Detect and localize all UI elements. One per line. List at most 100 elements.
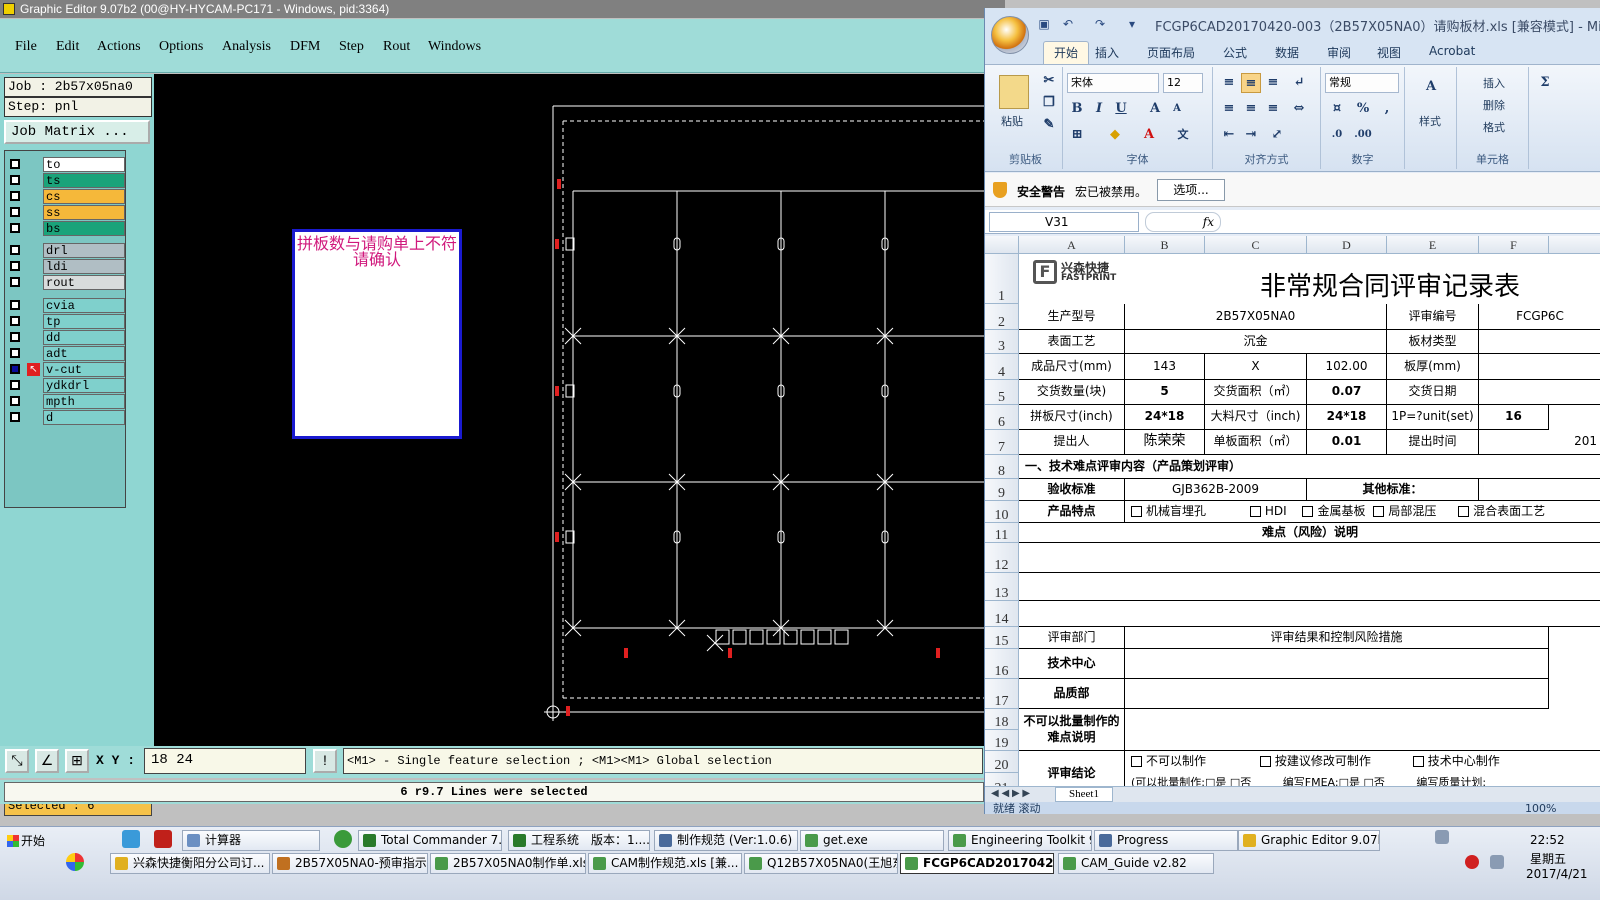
row-header[interactable]: 12 bbox=[985, 543, 1019, 573]
cell-c6[interactable]: 大料尺寸（inch) bbox=[1205, 405, 1307, 430]
pdf-reader-icon[interactable] bbox=[154, 830, 172, 848]
taskbar-button[interactable]: 2B57X05NA0-预审指示... bbox=[272, 853, 428, 874]
checkbox-icon[interactable] bbox=[1131, 756, 1142, 767]
layer-checkbox[interactable] bbox=[10, 315, 20, 326]
col-d[interactable]: D bbox=[1307, 236, 1387, 254]
sheet-nav-icon[interactable]: ◀ ◀ ▶ ▶ bbox=[991, 788, 1030, 799]
font-size-select[interactable]: 12 bbox=[1163, 73, 1203, 93]
taskbar-button[interactable]: 2B57X05NA0制作单.xls ... bbox=[430, 853, 586, 874]
cell-a9[interactable]: 验收标准 bbox=[1019, 479, 1125, 501]
cell-b2[interactable]: 2B57X05NA0 bbox=[1125, 304, 1387, 330]
taskbar-button[interactable]: CAM_Guide v2.82 bbox=[1058, 853, 1214, 874]
taskbar-button[interactable]: 兴森快捷衡阳分公司订... bbox=[110, 853, 270, 874]
layer-checkbox[interactable] bbox=[10, 245, 20, 256]
layer-name[interactable]: bs bbox=[43, 221, 125, 236]
ribbon-tab[interactable]: 数据 bbox=[1275, 44, 1299, 61]
ribbon-tab[interactable]: 视图 bbox=[1377, 44, 1401, 61]
taskbar-button[interactable]: Engineering Toolkit 9.... bbox=[948, 830, 1092, 851]
cell-d7[interactable]: 0.01 bbox=[1307, 430, 1387, 455]
styles-icon[interactable]: A bbox=[1419, 77, 1443, 105]
align-right-icon[interactable]: ≡ bbox=[1263, 99, 1283, 119]
layer-row[interactable]: ydkdrl bbox=[7, 377, 125, 393]
cell-a6[interactable]: 拼板尺寸(inch) bbox=[1019, 405, 1125, 430]
cell-e5[interactable]: 交货日期 bbox=[1387, 380, 1479, 405]
layer-row[interactable]: ↖ v-cut bbox=[7, 361, 125, 377]
layer-name[interactable]: ldi bbox=[43, 259, 125, 275]
worksheet-grid[interactable]: A B C D E F 1 2 3 4 5 6 7 8 9 10 11 12 13 14 15 16 17 18 1… bbox=[985, 236, 1600, 796]
layer-row[interactable]: to bbox=[7, 157, 125, 172]
layer-name[interactable]: d bbox=[43, 409, 125, 425]
checkbox-icon[interactable] bbox=[1302, 506, 1314, 517]
col-f[interactable]: F bbox=[1479, 236, 1549, 254]
xy-input[interactable]: 18 24 bbox=[144, 748, 306, 774]
layer-checkbox[interactable] bbox=[10, 277, 20, 288]
orientation-icon[interactable]: ⤢ bbox=[1267, 125, 1287, 145]
layer-name[interactable]: rout bbox=[43, 275, 125, 291]
cell-a16[interactable]: 技术中心 bbox=[1019, 649, 1125, 679]
col-g[interactable] bbox=[1549, 236, 1600, 254]
paste-icon[interactable] bbox=[999, 75, 1029, 109]
cell-f4[interactable] bbox=[1479, 354, 1600, 380]
layer-row[interactable]: rout bbox=[7, 275, 125, 291]
taskbar-button[interactable]: 计算器 bbox=[182, 830, 320, 851]
cut-icon[interactable]: ✂ bbox=[1039, 71, 1059, 91]
layer-checkbox[interactable] bbox=[10, 223, 20, 233]
ribbon-tab[interactable]: 插入 bbox=[1095, 44, 1119, 61]
row-header[interactable]: 17 bbox=[985, 679, 1019, 709]
cell-a5[interactable]: 交货数量(块) bbox=[1019, 380, 1125, 405]
row-header[interactable]: 11 bbox=[985, 523, 1019, 543]
cell-f5[interactable] bbox=[1479, 380, 1600, 405]
fx-icon[interactable]: fx bbox=[1145, 212, 1221, 232]
bold-button[interactable]: B bbox=[1067, 99, 1087, 119]
cell-b5[interactable]: 5 bbox=[1125, 380, 1205, 405]
merge-center-icon[interactable]: ⇔ bbox=[1289, 99, 1309, 119]
decrease-indent-icon[interactable]: ⇤ bbox=[1219, 125, 1239, 145]
layer-row[interactable]: d bbox=[7, 409, 125, 425]
layer-name[interactable]: v-cut bbox=[43, 361, 125, 377]
align-middle-icon[interactable]: ≡ bbox=[1241, 73, 1261, 93]
layer-checkbox[interactable] bbox=[10, 159, 20, 169]
taskbar-button[interactable]: 制作规范 (Ver:1.0.6) bbox=[654, 830, 798, 851]
cell-a3[interactable]: 表面工艺 bbox=[1019, 330, 1125, 354]
layer-checkbox[interactable] bbox=[10, 411, 20, 422]
increase-indent-icon[interactable]: ⇥ bbox=[1241, 125, 1261, 145]
info-icon[interactable]: ! bbox=[313, 749, 337, 773]
row-header[interactable]: 4 bbox=[985, 354, 1019, 380]
row-header[interactable]: 20 bbox=[985, 751, 1019, 773]
taskbar-button[interactable]: FCGP6CAD20170420-... bbox=[900, 853, 1054, 874]
menu-options[interactable]: Options bbox=[159, 39, 203, 55]
row-header[interactable]: 5 bbox=[985, 380, 1019, 405]
undo-icon[interactable]: ↶ bbox=[1061, 17, 1075, 31]
row-header[interactable]: 16 bbox=[985, 649, 1019, 679]
checkbox-icon[interactable] bbox=[1131, 506, 1142, 517]
checkbox-icon[interactable] bbox=[1259, 756, 1271, 767]
row-header[interactable]: 14 bbox=[985, 601, 1019, 627]
tray-network-icon[interactable] bbox=[1435, 830, 1449, 844]
cell-a11[interactable]: 难点（风险）说明 bbox=[1019, 523, 1600, 543]
col-e[interactable]: E bbox=[1387, 236, 1479, 254]
layer-row[interactable]: ldi bbox=[7, 259, 125, 275]
grid-icon[interactable]: ⊞ bbox=[65, 749, 89, 773]
cell-a17[interactable]: 品质部 bbox=[1019, 679, 1125, 709]
taskbar-button[interactable]: Graphic Editor 9.07b2 ... bbox=[1238, 830, 1380, 851]
measure-icon[interactable]: ∠ bbox=[35, 749, 59, 773]
row-header[interactable]: 18 bbox=[985, 709, 1019, 730]
styles-label[interactable]: 样式 bbox=[1419, 113, 1441, 129]
quicklaunch-icon[interactable] bbox=[122, 830, 140, 848]
layer-checkbox[interactable] bbox=[10, 191, 20, 201]
graphics-canvas[interactable]: 拼板数与请购单上不符 请确认 bbox=[154, 74, 986, 746]
cell-d4[interactable]: 102.00 bbox=[1307, 354, 1387, 380]
fill-color-icon[interactable]: ◆ bbox=[1105, 125, 1125, 145]
checkbox-icon[interactable] bbox=[1412, 756, 1424, 767]
layer-name[interactable]: cvia bbox=[43, 297, 125, 313]
name-box[interactable]: V31 bbox=[989, 212, 1139, 232]
cell-e4[interactable]: 板厚(mm) bbox=[1387, 354, 1479, 380]
layer-checkbox[interactable] bbox=[10, 379, 20, 390]
copy-icon[interactable]: ❐ bbox=[1039, 93, 1059, 113]
format-painter-icon[interactable]: ✎ bbox=[1039, 115, 1059, 135]
menu-windows[interactable]: Windows bbox=[428, 39, 481, 55]
menu-edit[interactable]: Edit bbox=[56, 39, 79, 55]
autosum-button[interactable]: Σ bbox=[1535, 73, 1555, 93]
row-header[interactable]: 6 bbox=[985, 405, 1019, 430]
checkbox-icon[interactable] bbox=[1373, 506, 1385, 517]
